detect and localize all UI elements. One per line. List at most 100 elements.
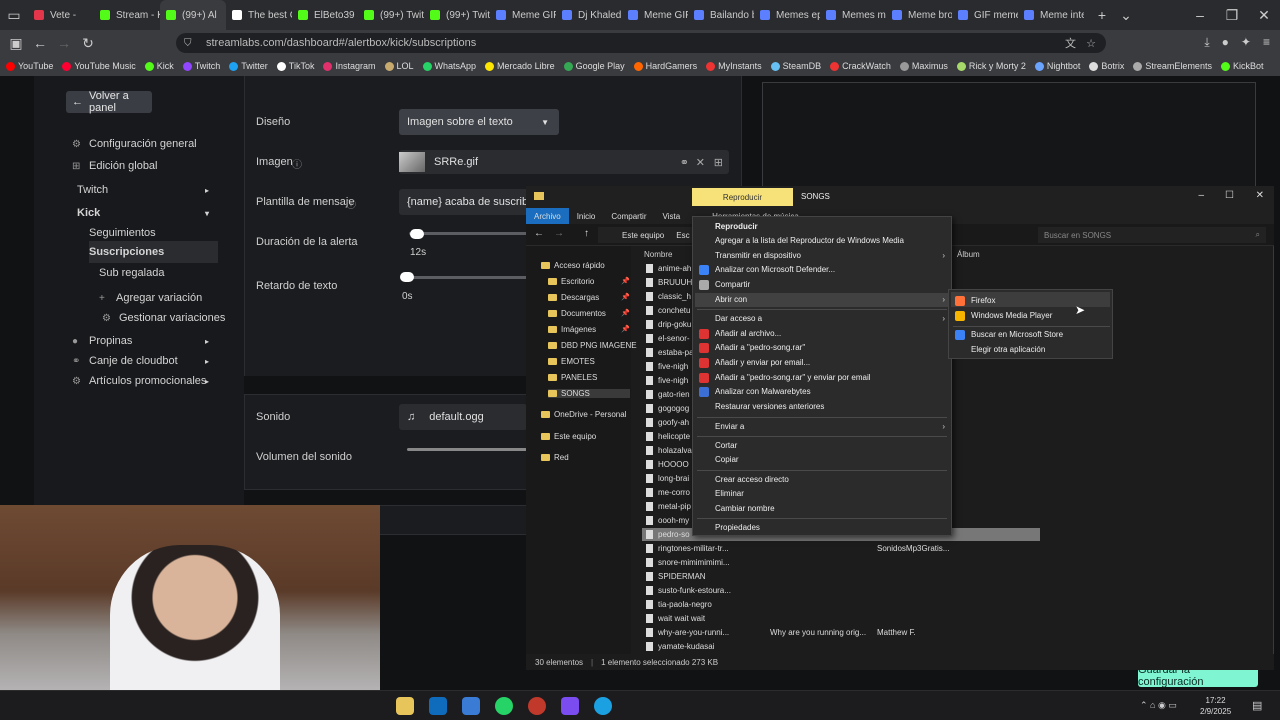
nav-pane-item[interactable]: Acceso rápido — [541, 261, 605, 270]
sound-field[interactable]: ♫ default.ogg — [399, 404, 527, 430]
bookmark-item[interactable]: YouTube — [6, 61, 53, 71]
bookmark-item[interactable]: Mercado Libre — [485, 61, 555, 71]
context-menu-item[interactable]: Propiedades — [715, 523, 760, 532]
context-menu-item[interactable]: Restaurar versiones anteriores — [715, 402, 824, 411]
file-row[interactable]: gato-rien — [646, 390, 690, 399]
url-field[interactable]: ⛉ streamlabs.com/dashboard#/alertbox/kic… — [176, 33, 1106, 53]
bookmark-item[interactable]: YouTube Music — [62, 61, 136, 71]
context-menu-item[interactable]: Analizar con Malwarebytes — [715, 387, 811, 396]
download-icon[interactable]: ⤓ — [1204, 35, 1209, 50]
file-row[interactable]: why-are-you-runni... — [646, 628, 729, 637]
context-menu-item[interactable]: Eliminar — [715, 489, 744, 498]
context-menu-item[interactable]: Crear acceso directo — [715, 475, 789, 484]
sidebar-item[interactable]: ● Propinas ▸ — [72, 335, 209, 347]
explorer-minimize-icon[interactable]: – — [1198, 190, 1204, 201]
ribbon-tab[interactable]: Vista — [655, 208, 689, 224]
info-icon[interactable]: ⓘ — [346, 196, 356, 211]
app-taskbar-icon[interactable] — [462, 697, 480, 715]
nav-pane-item[interactable]: EMOTES — [548, 357, 595, 366]
file-row[interactable]: HOOOO — [646, 460, 689, 469]
remove-icon[interactable]: ✕ — [696, 156, 705, 169]
sidebar-item[interactable]: Suscripciones — [89, 241, 218, 263]
browser-tab[interactable]: Stream - K — [94, 0, 160, 30]
browser-tab[interactable]: (99+) Al — [160, 0, 226, 30]
bookmark-item[interactable]: Nightbot — [1034, 61, 1080, 71]
sidebar-item[interactable]: Sub regalada — [99, 267, 164, 279]
column-name[interactable]: Nombre — [644, 250, 672, 259]
obs-taskbar-icon[interactable] — [561, 697, 579, 715]
file-row[interactable]: SPIDERMAN — [646, 572, 706, 581]
sidebar-item[interactable]: Kick ▾ — [77, 207, 209, 219]
minimize-icon[interactable]: – — [1184, 3, 1216, 27]
browser-tab[interactable]: Bailando b — [688, 0, 754, 30]
app-taskbar-icon[interactable] — [528, 697, 546, 715]
sidebar-toggle-icon[interactable]: ▣ — [4, 31, 28, 55]
bookmark-item[interactable]: Rick y Morty 2 — [956, 61, 1026, 71]
open-with-item[interactable]: Buscar en Microsoft Store — [971, 330, 1063, 339]
file-row[interactable]: wait wait wait — [646, 614, 705, 623]
sidebar-item[interactable]: ⚭ Canje de cloudbot ▸ — [72, 355, 209, 367]
open-with-item[interactable]: Windows Media Player — [971, 311, 1052, 320]
context-menu-item[interactable]: Enviar a — [715, 422, 744, 431]
notifications-icon[interactable]: ▤ — [1252, 699, 1262, 712]
nav-pane-item[interactable]: OneDrive - Personal — [541, 410, 626, 419]
bookmark-item[interactable]: HardGamers — [633, 61, 697, 71]
file-row[interactable]: five-nigh — [646, 362, 688, 371]
browser-tab[interactable]: ElBeto39 S — [292, 0, 358, 30]
file-row[interactable]: me-corro — [646, 488, 690, 497]
explorer-maximize-icon[interactable]: ☐ — [1225, 190, 1234, 201]
maximize-icon[interactable]: ❐ — [1216, 3, 1248, 27]
bookmark-star-icon[interactable]: ☆ — [1086, 37, 1096, 50]
context-menu-item[interactable]: Transmitir en dispositivo — [715, 251, 801, 260]
sidebar-item[interactable]: ⚙ Configuración general — [72, 138, 197, 150]
system-tray-icons[interactable]: ⌃ ⌂ ◉ ▭ — [1140, 700, 1177, 711]
ribbon-tab[interactable]: Inicio — [569, 208, 604, 224]
delay-slider-handle[interactable] — [400, 272, 414, 282]
browser-tab[interactable]: Meme inte — [1018, 0, 1084, 30]
explorer-forward-icon[interactable]: → — [554, 228, 564, 239]
volume-slider[interactable] — [407, 448, 527, 451]
duration-slider-handle[interactable] — [410, 229, 424, 239]
nav-pane-item[interactable]: SONGS — [548, 389, 630, 398]
column-album[interactable]: Álbum — [957, 250, 980, 259]
file-row[interactable]: holazalva — [646, 446, 692, 455]
sidebar-item[interactable]: Twitch ▸ — [77, 184, 209, 196]
new-tab-icon[interactable]: + — [1090, 3, 1114, 27]
back-to-panel-button[interactable]: ← Volver a panel — [66, 90, 152, 114]
forward-icon[interactable]: → — [52, 31, 76, 55]
path-segment[interactable]: Este equipo — [622, 231, 664, 240]
context-menu-item[interactable]: Analizar con Microsoft Defender... — [715, 265, 835, 274]
sidebar-item[interactable]: ⚙ Gestionar variaciones — [102, 312, 225, 324]
explorer-search-input[interactable]: Buscar en SONGS ⌕ — [1038, 227, 1266, 243]
file-row[interactable]: yamate-kudasai — [646, 642, 714, 651]
bookmark-item[interactable]: KickBot — [1220, 61, 1263, 71]
file-row[interactable]: conchetu — [646, 306, 690, 315]
bookmark-item[interactable]: Botrix — [1089, 61, 1124, 71]
context-menu-item[interactable]: Cambiar nombre — [715, 504, 775, 513]
nav-pane-item[interactable]: DBD PNG IMAGENE — [548, 341, 637, 350]
browser-tab[interactable]: (99+) Twit — [358, 0, 424, 30]
translate-icon[interactable]: 文 — [1065, 35, 1076, 51]
design-select[interactable]: Imagen sobre el texto ▼ — [399, 109, 559, 135]
file-row[interactable]: five-nigh — [646, 376, 688, 385]
profile-icon[interactable]: ● — [1222, 35, 1229, 50]
context-menu-item[interactable]: Añadir a "pedro-song.rar" y enviar por e… — [715, 373, 871, 382]
bookmark-item[interactable]: TikTok — [276, 61, 314, 71]
explorer-up-icon[interactable]: ↑ — [584, 228, 589, 239]
bookmark-item[interactable]: Twitch — [182, 61, 220, 71]
context-menu-item[interactable]: Añadir a "pedro-song.rar" — [715, 343, 805, 352]
info-icon[interactable]: ⓘ — [292, 156, 302, 171]
bookmark-item[interactable]: Maximus — [899, 61, 948, 71]
explorer-close-icon[interactable]: ✕ — [1256, 190, 1264, 201]
nav-pane-item[interactable]: Este equipo — [541, 432, 596, 441]
close-icon[interactable]: ✕ — [1248, 3, 1280, 27]
duration-slider[interactable] — [409, 232, 529, 235]
browser-tab[interactable]: Meme GIF — [622, 0, 688, 30]
template-input[interactable]: {name} acaba de suscribirse — [399, 189, 529, 215]
sidebar-item[interactable]: ⚙ Artículos promocionales ▸ — [72, 375, 209, 387]
browser-tab[interactable]: (99+) Twit — [424, 0, 490, 30]
bookmark-item[interactable]: MyInstants — [706, 61, 762, 71]
file-row[interactable]: long-brai — [646, 474, 689, 483]
context-menu-item[interactable]: Copiar — [715, 455, 739, 464]
context-menu-item[interactable]: Reproducir — [715, 222, 758, 231]
